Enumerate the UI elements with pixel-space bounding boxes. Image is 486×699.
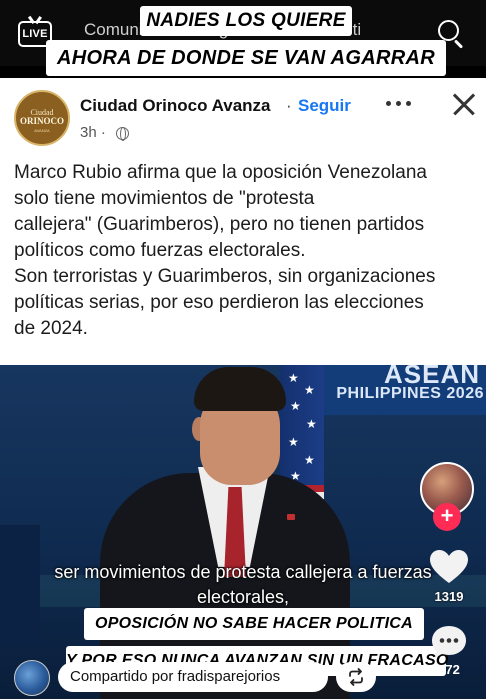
avatar-logo-text-3: AVANZA (34, 128, 50, 133)
more-options-icon[interactable] (386, 101, 412, 109)
sharer-avatar[interactable] (14, 660, 50, 696)
post-text-line: Marco Rubio afirma que la oposición Vene… (14, 162, 427, 183)
shared-by-label: Compartido por fradisparejorios (70, 668, 281, 685)
shared-by-pill[interactable]: Compartido por fradisparejorios (58, 662, 328, 692)
post-text-line: de 2024. (14, 318, 88, 339)
post-text-line: políticos como fuerzas electorales. (14, 240, 306, 261)
post-timestamp: 3h · (80, 124, 106, 141)
video-subtitle-line-2: electorales, (196, 587, 290, 607)
meme-caption-top-2: AHORA DE DONDE SE VAN AGARRAR (46, 40, 446, 76)
post-text-line: solo tiene movimientos de "protesta (14, 188, 315, 209)
post-text-line: Son terroristas y Guarimberos, sin organ… (14, 266, 436, 287)
meme-caption-bottom-1: OPOSICIÓN NO SABE HACER POLITICA (84, 608, 424, 640)
heart-icon-svg (430, 550, 468, 583)
close-icon[interactable] (452, 92, 476, 116)
event-backdrop-sign: ASEAN PHILIPPINES 2026 (322, 365, 486, 415)
backdrop-text-2: PHILIPPINES 2026 (336, 385, 484, 402)
lapel-pin (287, 514, 295, 520)
page-avatar[interactable]: Ciudad ORINOCO AVANZA (14, 90, 70, 146)
post-text: Marco Rubio afirma que la oposición Vene… (14, 160, 476, 342)
speaker-head (190, 367, 290, 495)
live-label: LIVE (22, 28, 48, 40)
comment-icon[interactable] (430, 624, 468, 660)
comment-count: 272 (438, 662, 460, 677)
comment-icon-svg (432, 626, 466, 658)
heart-icon[interactable] (429, 549, 469, 585)
avatar-logo-text-2: ORINOCO (19, 116, 64, 126)
name-separator: · (286, 96, 292, 115)
meme-caption-top-1: NADIES LOS QUIERE (140, 6, 352, 36)
repost-icon (349, 668, 363, 686)
post-text-line: callejera" (Guarimberos), pero no tienen… (14, 214, 425, 235)
page-name[interactable]: Ciudad Orinoco Avanza (80, 96, 271, 116)
follow-button[interactable]: Seguir (298, 96, 351, 116)
repost-button[interactable] (336, 662, 376, 692)
globe-icon (116, 127, 129, 141)
follow-plus-button[interactable]: + (433, 503, 461, 531)
video-subtitle-line-1: ser movimientos de protesta callejera a … (54, 562, 432, 582)
video-background-shape (0, 525, 40, 645)
like-count: 1319 (434, 589, 464, 604)
post-text-line: políticas serias, por eso perdieron las … (14, 292, 424, 313)
